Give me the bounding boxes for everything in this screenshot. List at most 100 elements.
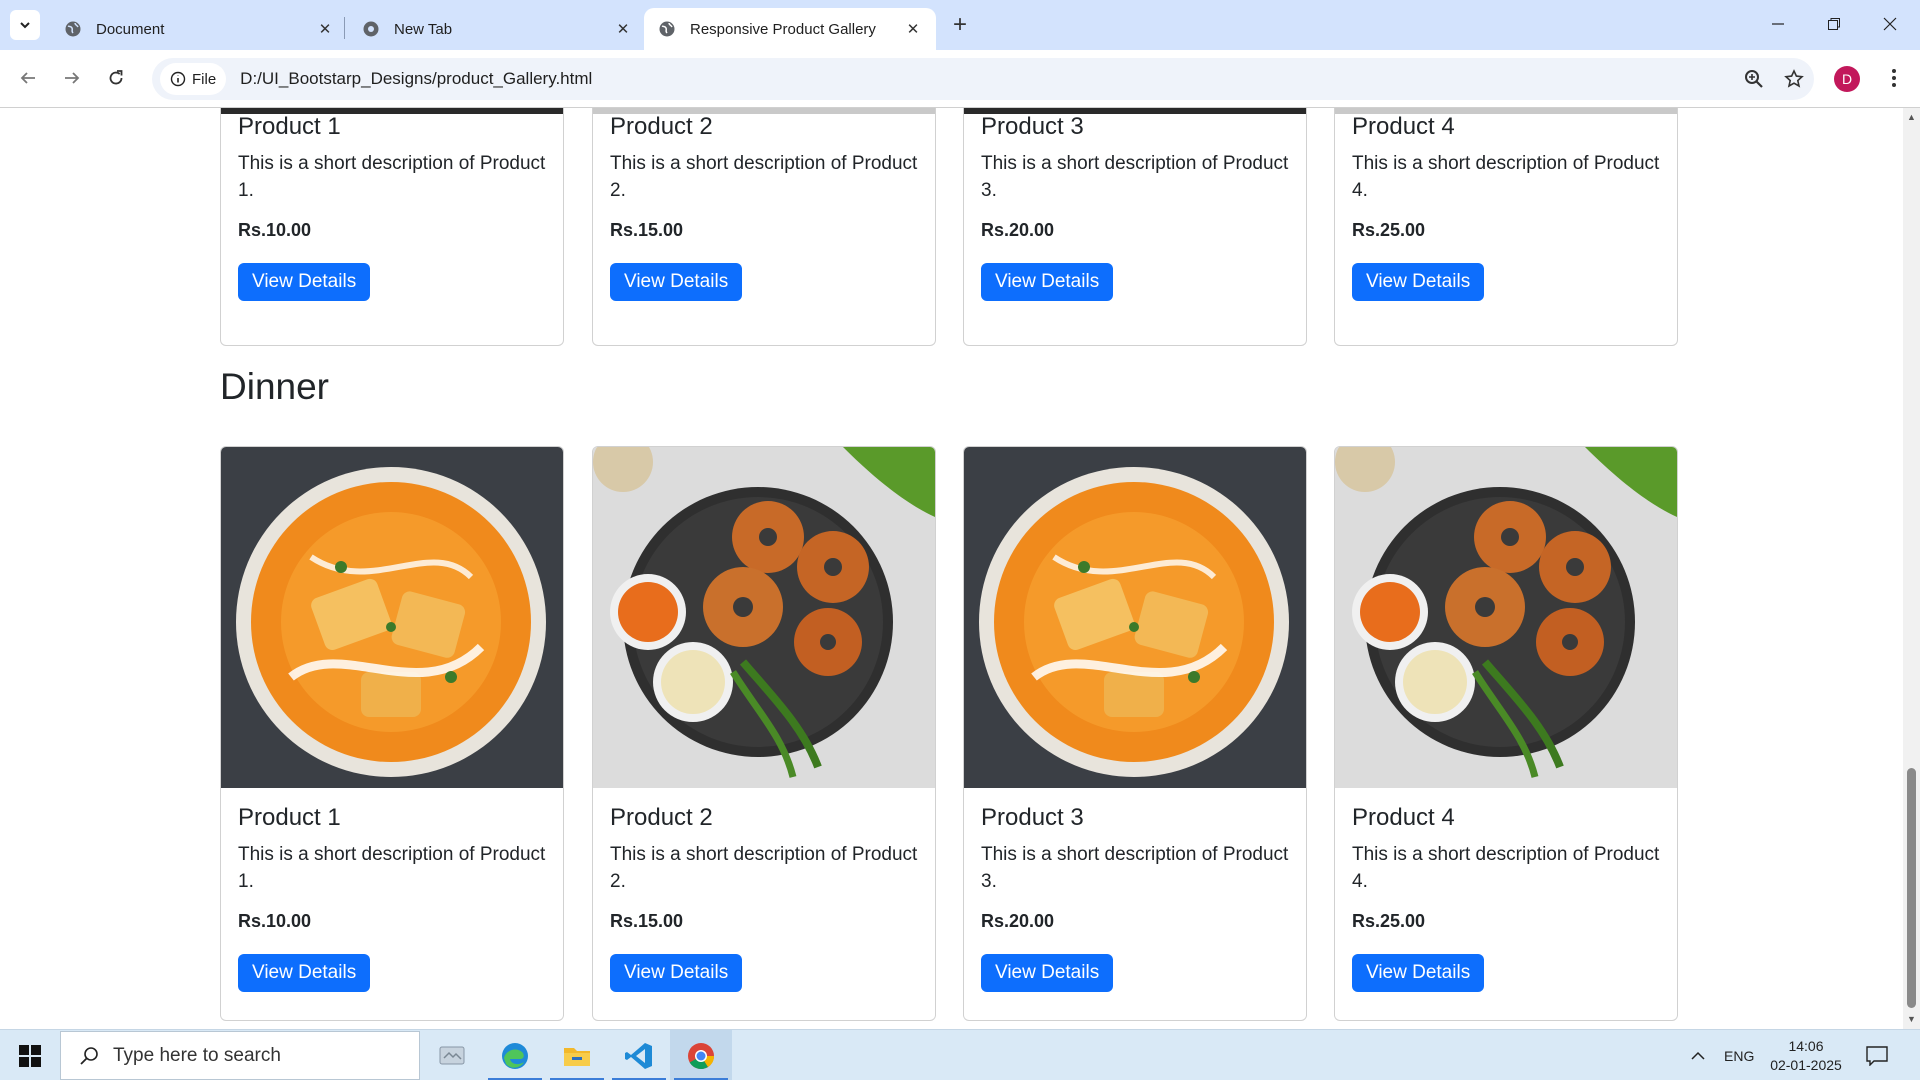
product-card: Product 3 This is a short description of… bbox=[963, 108, 1307, 346]
product-card: Product 1 This is a short description of… bbox=[220, 446, 564, 1021]
forward-button[interactable] bbox=[54, 60, 90, 96]
scrollbar-thumb[interactable] bbox=[1907, 768, 1916, 1008]
arrow-right-icon bbox=[65, 72, 80, 84]
taskbar-app-vscode[interactable] bbox=[608, 1030, 670, 1080]
medu-vada-image bbox=[593, 447, 935, 788]
language-indicator[interactable]: ENG bbox=[1724, 1030, 1754, 1080]
close-tab-icon[interactable]: ✕ bbox=[316, 20, 334, 38]
page-viewport: Product 1 This is a short description of… bbox=[0, 108, 1920, 1029]
chevron-up-icon bbox=[1691, 1051, 1705, 1060]
product-price: Rs.15.00 bbox=[610, 910, 684, 931]
product-title: Product 1 bbox=[238, 804, 341, 831]
product-card: Product 2 This is a short description of… bbox=[592, 108, 936, 346]
show-hidden-icons-button[interactable] bbox=[1690, 1030, 1706, 1080]
product-description: This is a short description of Product 2… bbox=[610, 152, 918, 201]
site-info-chip[interactable]: File bbox=[160, 63, 227, 95]
medu-vada-image bbox=[1335, 447, 1677, 788]
scroll-up-icon[interactable]: ▲ bbox=[1907, 112, 1916, 122]
vscode-icon bbox=[625, 1042, 652, 1069]
back-button[interactable] bbox=[10, 60, 46, 96]
product-card: Product 4 This is a short description of… bbox=[1334, 446, 1678, 1021]
taskbar-app-file-explorer[interactable] bbox=[546, 1030, 608, 1080]
view-details-button[interactable]: View Details bbox=[1352, 953, 1485, 992]
close-icon bbox=[1883, 17, 1897, 31]
url-text[interactable]: D:/UI_Bootstarp_Designs/product_Gallery.… bbox=[240, 69, 1734, 89]
chip-label: File bbox=[192, 70, 217, 88]
close-window-button[interactable] bbox=[1868, 8, 1912, 40]
chrome-icon bbox=[363, 21, 379, 37]
product-description: This is a short description of Product 3… bbox=[981, 152, 1289, 201]
tab-document[interactable]: Document ✕ bbox=[50, 8, 348, 50]
minimize-button[interactable] bbox=[1756, 8, 1800, 40]
product-card: Product 3 This is a short description of… bbox=[963, 446, 1307, 1021]
folder-icon bbox=[564, 1047, 590, 1066]
view-details-button[interactable]: View Details bbox=[1352, 262, 1485, 301]
new-tab-button[interactable]: + bbox=[944, 11, 976, 38]
taskbar-app-widgets[interactable] bbox=[422, 1030, 484, 1080]
product-description: This is a short description of Product 4… bbox=[1352, 152, 1660, 201]
browser-toolbar: File D:/UI_Bootstarp_Designs/product_Gal… bbox=[0, 50, 1920, 108]
view-details-button[interactable]: View Details bbox=[610, 953, 743, 992]
zoom-button[interactable] bbox=[1734, 59, 1774, 99]
reload-button[interactable] bbox=[98, 60, 134, 96]
tab-new-tab[interactable]: New Tab ✕ bbox=[348, 8, 646, 50]
product-card: Product 2 This is a short description of… bbox=[592, 446, 936, 1021]
view-details-button[interactable]: View Details bbox=[610, 262, 743, 301]
product-price: Rs.25.00 bbox=[1352, 219, 1426, 240]
restore-icon bbox=[1828, 18, 1840, 30]
tab-separator bbox=[344, 17, 345, 39]
product-image bbox=[964, 108, 1306, 114]
search-icon bbox=[80, 1046, 98, 1065]
minimize-icon bbox=[1772, 23, 1784, 25]
product-price: Rs.20.00 bbox=[981, 219, 1055, 240]
tab-search-button[interactable] bbox=[10, 10, 40, 40]
paneer-curry-image bbox=[221, 447, 563, 788]
windows-logo-icon bbox=[19, 1044, 41, 1067]
taskbar-search[interactable]: Type here to search bbox=[60, 1031, 420, 1080]
profile-avatar[interactable]: D bbox=[1834, 66, 1860, 92]
view-details-button[interactable]: View Details bbox=[238, 953, 371, 992]
info-icon bbox=[170, 71, 186, 87]
product-title: Product 1 bbox=[238, 113, 341, 140]
product-title: Product 2 bbox=[610, 804, 713, 831]
browser-menu-button[interactable] bbox=[1876, 60, 1912, 96]
product-price: Rs.10.00 bbox=[238, 219, 312, 240]
system-clock[interactable]: 14:06 02-01-2025 bbox=[1764, 1037, 1848, 1075]
globe-icon bbox=[659, 21, 675, 37]
product-image bbox=[593, 108, 935, 114]
chrome-icon bbox=[688, 1042, 715, 1069]
browser-chrome: Document ✕ New Tab ✕ Responsive Product … bbox=[0, 0, 1920, 108]
page-scrollbar[interactable]: ▲ ▼ bbox=[1903, 108, 1920, 1029]
product-card: Product 1 This is a short description of… bbox=[220, 108, 564, 346]
notifications-button[interactable] bbox=[1866, 1030, 1888, 1080]
product-title: Product 4 bbox=[1352, 113, 1455, 140]
paneer-curry-image bbox=[964, 447, 1306, 788]
view-details-button[interactable]: View Details bbox=[238, 262, 371, 301]
scroll-down-icon[interactable]: ▼ bbox=[1907, 1014, 1916, 1024]
product-price: Rs.25.00 bbox=[1352, 910, 1426, 931]
restore-button[interactable] bbox=[1812, 8, 1856, 40]
product-title: Product 3 bbox=[981, 113, 1084, 140]
product-title: Product 4 bbox=[1352, 804, 1455, 831]
view-details-button[interactable]: View Details bbox=[981, 953, 1114, 992]
start-button[interactable] bbox=[0, 1030, 60, 1080]
product-title: Product 2 bbox=[610, 113, 713, 140]
edge-icon bbox=[502, 1042, 528, 1069]
clock-date: 02-01-2025 bbox=[1770, 1057, 1842, 1073]
bookmark-button[interactable] bbox=[1774, 59, 1814, 99]
close-tab-icon[interactable]: ✕ bbox=[614, 20, 632, 38]
taskbar-app-chrome[interactable] bbox=[670, 1030, 732, 1080]
product-description: This is a short description of Product 2… bbox=[610, 843, 918, 892]
address-bar[interactable]: File D:/UI_Bootstarp_Designs/product_Gal… bbox=[152, 58, 1814, 100]
arrow-left-icon bbox=[20, 72, 35, 84]
chevron-down-icon bbox=[20, 22, 30, 29]
product-card: Product 4 This is a short description of… bbox=[1334, 108, 1678, 346]
product-image bbox=[221, 108, 563, 114]
tab-title: Document bbox=[96, 20, 165, 38]
taskbar-app-edge[interactable] bbox=[484, 1030, 546, 1080]
tab-product-gallery[interactable]: Responsive Product Gallery ✕ bbox=[644, 8, 936, 50]
close-tab-icon[interactable]: ✕ bbox=[904, 20, 922, 38]
star-icon bbox=[1784, 69, 1804, 88]
search-placeholder: Type here to search bbox=[113, 1044, 281, 1066]
view-details-button[interactable]: View Details bbox=[981, 262, 1114, 301]
